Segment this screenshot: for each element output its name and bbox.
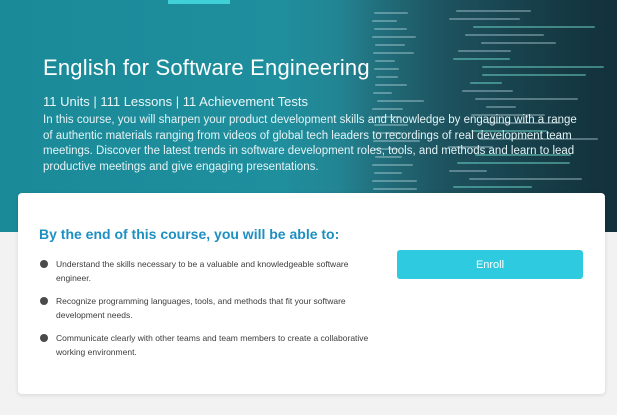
code-line-decoration [373, 52, 414, 54]
outcomes-list: Understand the skills necessary to be a … [36, 258, 376, 369]
code-line-decoration [377, 100, 424, 102]
course-description: In this course, you will sharpen your pr… [43, 114, 577, 173]
bullet-icon [40, 297, 48, 305]
outcome-text: Recognize programming languages, tools, … [56, 296, 346, 320]
code-line-decoration [458, 50, 511, 52]
active-tab-indicator [168, 0, 230, 4]
code-line-decoration [374, 68, 399, 70]
code-line-decoration [473, 26, 595, 28]
code-line-decoration [373, 188, 417, 190]
code-line-decoration [462, 90, 513, 92]
outcome-text: Communicate clearly with other teams and… [56, 333, 369, 357]
course-stats: 11 Units | 111 Lessons | 11 Achievement … [43, 94, 308, 109]
bullet-icon [40, 260, 48, 268]
code-line-decoration [376, 76, 398, 78]
code-line-decoration [481, 42, 556, 44]
outcomes-heading: By the end of this course, you will be a… [39, 226, 340, 242]
code-line-decoration [374, 28, 407, 30]
code-line-decoration [475, 98, 578, 100]
code-line-decoration [449, 18, 520, 20]
bullet-icon [40, 334, 48, 342]
list-item: Communicate clearly with other teams and… [36, 332, 376, 359]
code-line-decoration [372, 180, 417, 182]
code-line-decoration [470, 82, 502, 84]
code-line-decoration [375, 84, 407, 86]
enroll-button[interactable]: Enroll [397, 250, 583, 279]
code-line-decoration [456, 10, 531, 12]
learning-outcomes-card: By the end of this course, you will be a… [18, 193, 605, 394]
code-line-decoration [375, 44, 405, 46]
code-line-decoration [465, 34, 544, 36]
code-line-decoration [373, 92, 392, 94]
course-title: English for Software Engineering [43, 55, 370, 80]
list-item: Recognize programming languages, tools, … [36, 295, 376, 322]
code-line-decoration [375, 60, 395, 62]
code-line-decoration [469, 178, 582, 180]
code-line-decoration [453, 58, 510, 60]
code-line-decoration [372, 36, 416, 38]
outcome-text: Understand the skills necessary to be a … [56, 259, 349, 283]
code-line-decoration [482, 66, 604, 68]
list-item: Understand the skills necessary to be a … [36, 258, 376, 285]
code-line-decoration [374, 12, 408, 14]
code-line-decoration [372, 108, 403, 110]
code-line-decoration [482, 74, 586, 76]
code-line-decoration [372, 20, 397, 22]
code-line-decoration [453, 186, 532, 188]
code-line-decoration [486, 106, 516, 108]
